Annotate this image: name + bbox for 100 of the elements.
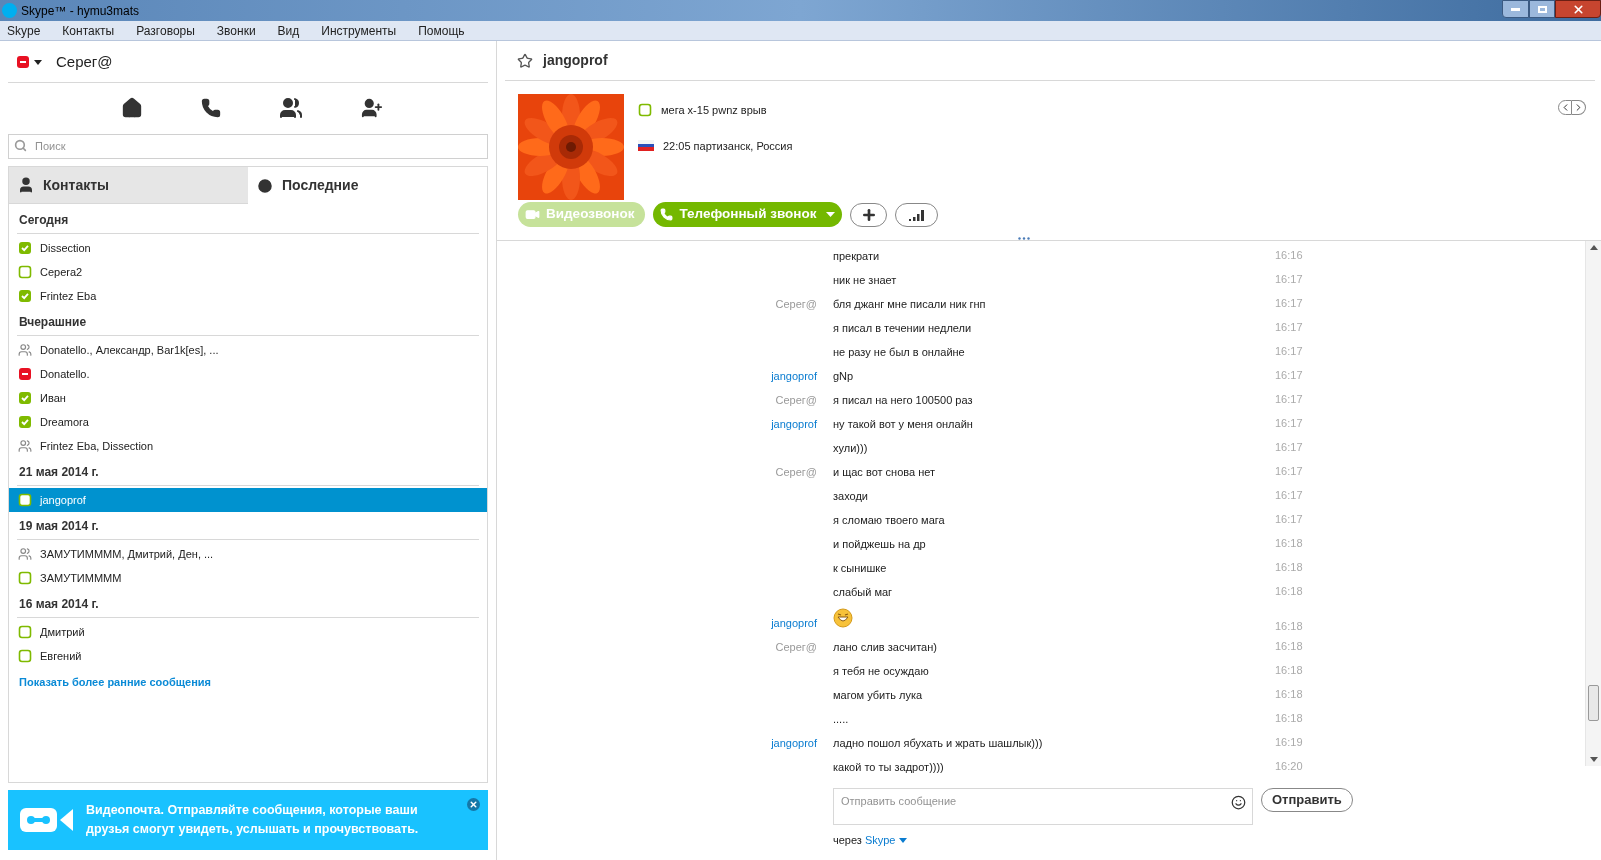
profile-name[interactable]: Серег@ bbox=[56, 50, 113, 74]
message-text: ..... bbox=[833, 713, 849, 725]
close-icon bbox=[469, 800, 478, 809]
message-text: бля джанг мне писали ник гнп bbox=[833, 298, 986, 310]
message-text: прекрати bbox=[833, 250, 880, 262]
message-text: какой то ты задрот)))) bbox=[833, 761, 944, 773]
scrollbar-thumb[interactable] bbox=[1588, 685, 1599, 721]
section-heading: 19 мая 2014 г. bbox=[18, 517, 99, 535]
message-time: 16:17 bbox=[1275, 415, 1304, 431]
skype-logo-icon bbox=[2, 3, 17, 18]
group-icon bbox=[18, 547, 32, 561]
offline-status-icon bbox=[18, 625, 32, 639]
menu-item[interactable]: Skype bbox=[3, 21, 45, 40]
conversation-item[interactable]: Евгений bbox=[9, 644, 487, 668]
message-text: ну такой вот у меня онлайн bbox=[833, 418, 973, 430]
message-time: 16:18 bbox=[1275, 583, 1304, 599]
message-time: 16:17 bbox=[1275, 439, 1304, 455]
message-time: 16:18 bbox=[1275, 638, 1304, 654]
close-button[interactable] bbox=[467, 798, 480, 811]
contact-name: Cepera2 bbox=[40, 264, 83, 280]
message-time: 16:18 bbox=[1275, 710, 1304, 726]
message-time: 16:18 bbox=[1275, 535, 1304, 551]
conversation-item[interactable]: ЗАМУТИММММ bbox=[9, 566, 487, 590]
message-time: 16:17 bbox=[1275, 319, 1304, 335]
resize-handle-icon[interactable] bbox=[1018, 237, 1030, 240]
contact-name: Дмитрий bbox=[40, 624, 85, 640]
close-icon bbox=[1571, 2, 1585, 16]
message-text: я писал на него 100500 раз bbox=[833, 394, 973, 406]
conversation-item[interactable]: Donatello. bbox=[9, 362, 487, 386]
service-dropdown[interactable]: Skype bbox=[864, 832, 908, 849]
menu-item[interactable]: Инструменты bbox=[317, 21, 401, 40]
section-heading: 21 мая 2014 г. bbox=[18, 463, 99, 481]
phone-icon bbox=[660, 208, 674, 221]
local-time-location: 22:05 партизанск, Россия bbox=[663, 138, 793, 154]
menu-item[interactable]: Вид bbox=[273, 21, 304, 40]
sender-name[interactable]: jangoprof bbox=[771, 737, 817, 749]
person-icon bbox=[17, 176, 35, 194]
smiley-icon[interactable] bbox=[1231, 795, 1246, 810]
conversation-item[interactable]: ЗАМУТИММММ, Дмитрий, Ден, ... bbox=[9, 542, 487, 566]
menu-item[interactable]: Помощь bbox=[414, 21, 469, 40]
contact-name: Donatello., Александр, Bar1k[es], ... bbox=[40, 342, 219, 358]
message-time: 16:18 bbox=[1275, 559, 1304, 575]
via-label: через bbox=[833, 833, 862, 848]
message-text: не разу не был в онлайне bbox=[833, 346, 965, 358]
contact-name-title: jangoprof bbox=[543, 51, 608, 70]
tab[interactable]: Контакты bbox=[9, 167, 248, 204]
home-icon[interactable] bbox=[121, 97, 143, 119]
contact-name: Frintez Eba bbox=[40, 288, 97, 304]
conversation-item[interactable]: Frintez Eba bbox=[9, 284, 487, 308]
close-button[interactable] bbox=[1555, 0, 1601, 18]
sender-name[interactable]: jangoprof bbox=[771, 418, 817, 430]
flag-icon bbox=[638, 140, 654, 152]
conversation-item[interactable]: Frintez Eba, Dissection bbox=[9, 434, 487, 458]
minimize-button[interactable] bbox=[1502, 0, 1529, 18]
sender-name[interactable]: jangoprof bbox=[771, 370, 817, 382]
scroll-up-icon[interactable] bbox=[1589, 245, 1598, 250]
maximize-button[interactable] bbox=[1529, 0, 1555, 18]
signal-bars-icon bbox=[907, 208, 926, 221]
contact-name: Евгений bbox=[40, 648, 82, 664]
busy-status-icon bbox=[18, 367, 32, 381]
offline-status-icon bbox=[18, 649, 32, 663]
video-message-icon bbox=[20, 806, 74, 834]
message-input-field[interactable]: Отправить сообщение bbox=[833, 788, 1253, 825]
conversation-item[interactable]: Dreamora bbox=[9, 410, 487, 434]
mood-message: мега x-15 pwnz врыв bbox=[661, 103, 767, 118]
conversation-item[interactable]: Иван bbox=[9, 386, 487, 410]
add-contact-icon[interactable] bbox=[361, 97, 383, 119]
conversation-item[interactable]: Dissection bbox=[9, 236, 487, 260]
caret-icon bbox=[899, 837, 908, 843]
contact-name: Dreamora bbox=[40, 414, 89, 430]
message-time: 16:17 bbox=[1275, 391, 1304, 407]
conversation-item[interactable]: Cepera2 bbox=[9, 260, 487, 284]
scrollbar[interactable] bbox=[1585, 241, 1601, 766]
laughing-emoticon-icon bbox=[833, 608, 853, 628]
offline-status-icon bbox=[18, 571, 32, 585]
section-heading: 16 мая 2014 г. bbox=[18, 595, 99, 613]
group-icon[interactable] bbox=[279, 96, 303, 120]
message-time: 16:17 bbox=[1275, 511, 1304, 527]
message-text: к сынишке bbox=[833, 562, 887, 574]
window-title: Skype™ - hymu3mats bbox=[21, 2, 140, 20]
scroll-down-icon[interactable] bbox=[1589, 757, 1598, 762]
offline-status-icon bbox=[18, 493, 32, 507]
offline-status-icon bbox=[18, 265, 32, 279]
busy-status-icon bbox=[16, 55, 30, 69]
menu-item[interactable]: Разговоры bbox=[132, 21, 199, 40]
menu-item[interactable]: Контакты bbox=[58, 21, 119, 40]
video-camera-icon bbox=[525, 207, 540, 222]
favorite-star-icon[interactable] bbox=[517, 52, 533, 69]
contact-name: Donatello. bbox=[40, 366, 90, 382]
sender-name[interactable]: jangoprof bbox=[771, 617, 817, 629]
conversation-item[interactable]: Дмитрий bbox=[9, 620, 487, 644]
message-time: 16:20 bbox=[1275, 758, 1304, 774]
show-earlier-link[interactable]: Показать более ранние сообщения bbox=[19, 674, 487, 691]
conversation-item[interactable]: Donatello., Александр, Bar1k[es], ... bbox=[9, 338, 487, 362]
message-text: ладно пошол ябухать и жрать шашлык))) bbox=[833, 737, 1043, 749]
menu-item[interactable]: Звонки bbox=[212, 21, 260, 40]
search-field[interactable]: Поиск bbox=[8, 133, 488, 159]
message-time: 16:17 bbox=[1275, 295, 1304, 311]
phone-icon[interactable] bbox=[201, 98, 221, 118]
caret-icon[interactable] bbox=[34, 59, 42, 65]
